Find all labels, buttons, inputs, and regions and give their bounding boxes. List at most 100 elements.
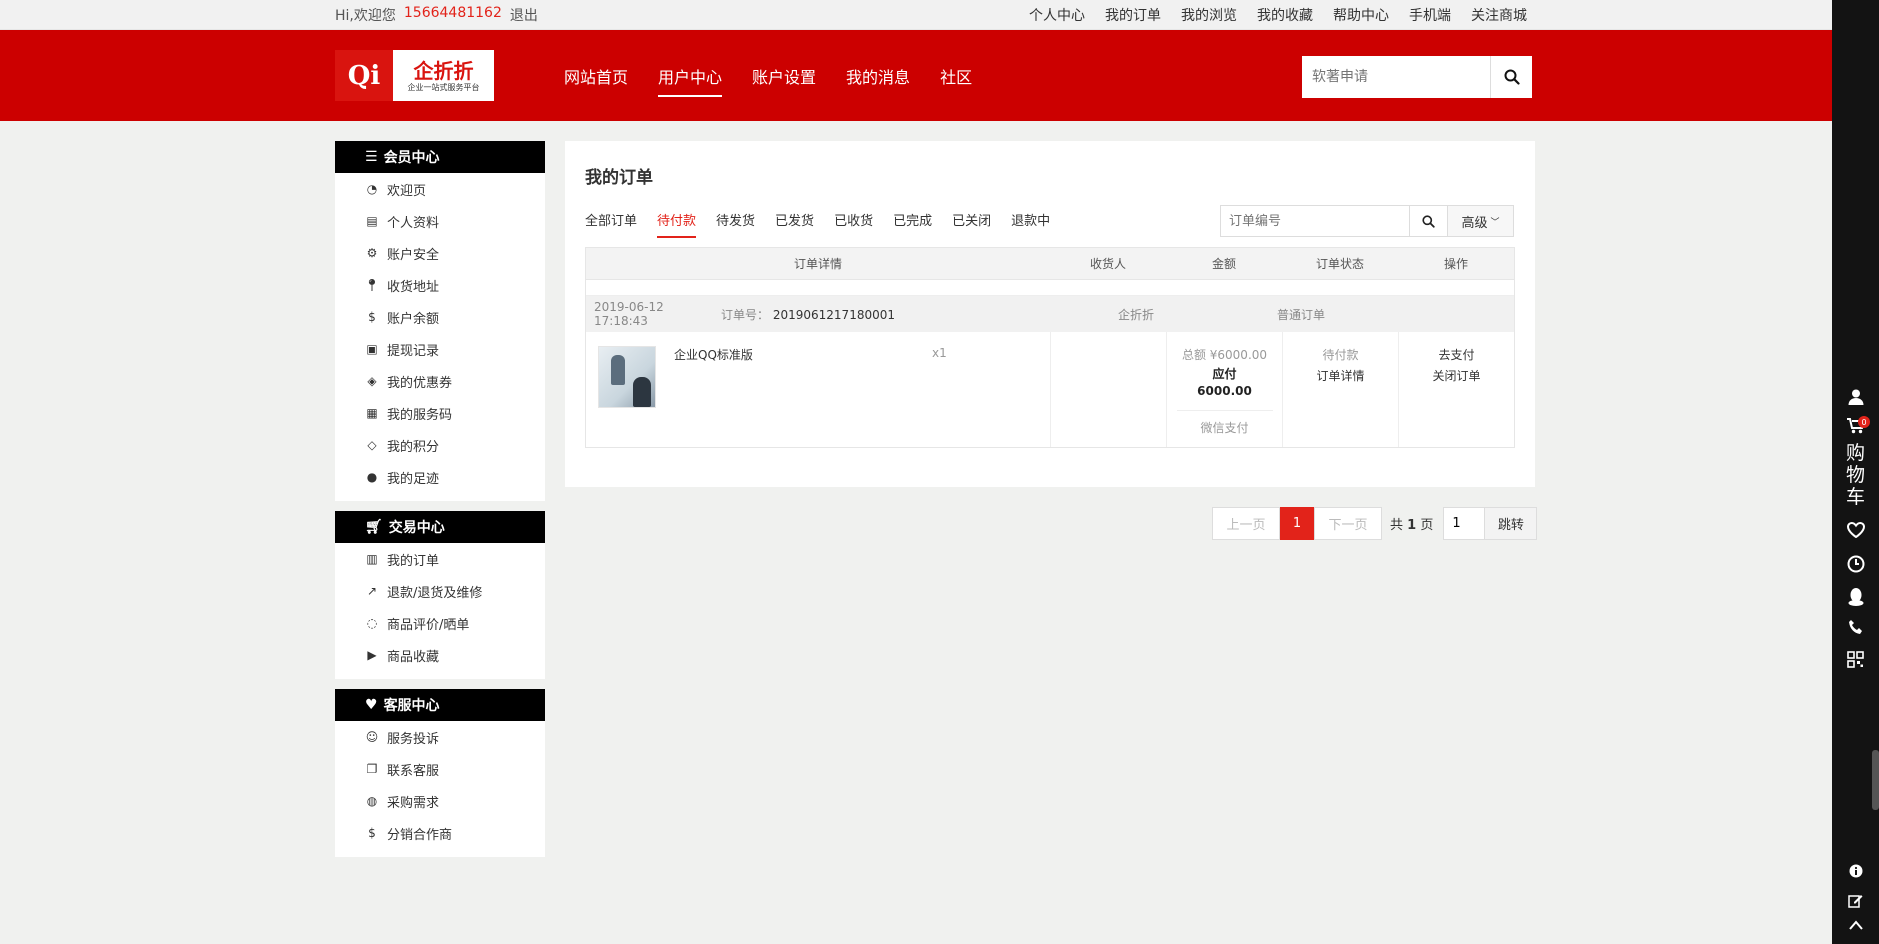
top-link-help-center[interactable]: 帮助中心 <box>1333 5 1389 25</box>
sidebar-item-profile[interactable]: ▤ 个人资料 <box>335 205 545 237</box>
sidebar-item-purchase-needs[interactable]: ◍ 采购需求 <box>335 785 545 817</box>
heart-icon: ♥ <box>365 697 378 713</box>
sidebar-item-balance[interactable]: $ 账户余额 <box>335 301 545 333</box>
logout-link[interactable]: 退出 <box>510 5 538 25</box>
site-search-input[interactable] <box>1302 56 1490 98</box>
greeting: Hi,欢迎您 15664481162 退出 <box>335 5 538 25</box>
top-link-my-favorites[interactable]: 我的收藏 <box>1257 5 1313 25</box>
nav-home[interactable]: 网站首页 <box>564 30 628 121</box>
order-search-button[interactable] <box>1410 205 1448 237</box>
tab-refunding[interactable]: 退款中 <box>1011 212 1050 240</box>
top-link-my-orders[interactable]: 我的订单 <box>1105 5 1161 25</box>
sidebar-item-label: 服务投诉 <box>387 731 440 747</box>
phone-icon[interactable] <box>1832 619 1879 635</box>
heart-icon[interactable] <box>1832 522 1879 538</box>
tab-shipped[interactable]: 已发货 <box>775 212 814 240</box>
tab-completed[interactable]: 已完成 <box>893 212 932 240</box>
order-tabs: 全部订单 待付款 待发货 已发货 已收货 已完成 已关闭 退款中 <box>585 212 1050 240</box>
page-1-button[interactable]: 1 <box>1280 507 1314 540</box>
info-icon[interactable] <box>1832 864 1879 878</box>
order-search-input[interactable] <box>1220 205 1410 237</box>
sidebar-item-distributors[interactable]: $ 分销合作商 <box>335 817 545 849</box>
nav-account-settings[interactable]: 账户设置 <box>752 30 816 121</box>
comments-icon: ◍ <box>366 794 378 808</box>
close-order-link[interactable]: 关闭订单 <box>1399 367 1514 384</box>
bag-icon: ▥ <box>366 552 378 566</box>
nav-community[interactable]: 社区 <box>940 30 972 121</box>
sidebar-item-coupons[interactable]: ◈ 我的优惠券 <box>335 365 545 397</box>
top-link-mobile[interactable]: 手机端 <box>1409 5 1451 25</box>
sidebar-item-refunds[interactable]: ↗ 退款/退货及维修 <box>335 575 545 607</box>
cart-icon[interactable] <box>1832 418 1879 434</box>
tab-pending-payment[interactable]: 待付款 <box>657 212 697 240</box>
product-thumbnail[interactable] <box>598 346 656 408</box>
sidebar-item-welcome[interactable]: ◔ 欢迎页 <box>335 173 545 205</box>
sidebar-item-footprints[interactable]: ● 我的足迹 <box>335 461 545 493</box>
advanced-search-button[interactable]: 高级 ﹀ <box>1448 205 1514 237</box>
tag-icon: ◈ <box>367 374 377 388</box>
sidebar-item-points[interactable]: ◇ 我的积分 <box>335 429 545 461</box>
product-name[interactable]: 企业QQ标准版 <box>674 346 753 363</box>
sidebar-item-security[interactable]: ⚙ 账户安全 <box>335 237 545 269</box>
sidebar-item-service-codes[interactable]: ▦ 我的服务码 <box>335 397 545 429</box>
sidebar-item-reviews[interactable]: ◌ 商品评价/晒单 <box>335 607 545 639</box>
next-page-button[interactable]: 下一页 <box>1314 507 1382 540</box>
order-detail-link[interactable]: 订单详情 <box>1283 367 1398 384</box>
top-link-personal-center[interactable]: 个人中心 <box>1029 5 1085 25</box>
right-toolbar: 0 购物车 <box>1832 0 1879 944</box>
user-icon[interactable] <box>1832 388 1879 406</box>
greeting-text: Hi,欢迎您 <box>335 8 396 24</box>
top-link-my-browsing[interactable]: 我的浏览 <box>1181 5 1237 25</box>
sidebar-item-label: 分销合作商 <box>387 827 453 843</box>
tab-received[interactable]: 已收货 <box>834 212 873 240</box>
orders-panel: 我的订单 全部订单 待付款 待发货 已发货 已收货 已完成 已关闭 退款中 高级… <box>565 141 1535 487</box>
sidebar-item-my-orders[interactable]: ▥ 我的订单 <box>335 543 545 575</box>
site-search-button[interactable] <box>1490 56 1532 98</box>
scrollbar-handle[interactable] <box>1872 750 1879 810</box>
pay-now-link[interactable]: 去支付 <box>1399 346 1514 363</box>
user-phone[interactable]: 15664481162 <box>404 5 502 25</box>
sidebar-item-label: 我的服务码 <box>387 407 453 423</box>
order-row-header: 2019-06-12 17:18:43 订单号： 201906121718000… <box>586 296 1514 332</box>
cart-count-badge: 0 <box>1858 416 1870 428</box>
sidebar: ☰ 会员中心 ◔ 欢迎页 ▤ 个人资料 ⚙ 账户安全 📍︎ 收货地址 $ 账户余额 ▣ 提现… <box>335 141 545 867</box>
order-number-value: 2019061217180001 <box>772 307 895 322</box>
site-logo[interactable]: Qi 企折折 企业一站式服务平台 <box>335 50 494 101</box>
user-circle-icon: ☺ <box>365 730 379 744</box>
sidebar-item-complaints[interactable]: ☺ 服务投诉 <box>335 721 545 753</box>
cart-label[interactable]: 购物车 <box>1832 442 1879 508</box>
nav-my-messages[interactable]: 我的消息 <box>846 30 910 121</box>
sidebar-item-withdrawals[interactable]: ▣ 提现记录 <box>335 333 545 365</box>
prev-page-button[interactable]: 上一页 <box>1212 507 1280 540</box>
pagination: 上一页 1 下一页 共 1 页 跳转 <box>1212 507 1538 540</box>
total-pages-prefix: 共 <box>1390 518 1404 533</box>
table-spacer <box>586 280 1514 296</box>
qq-icon[interactable] <box>1832 587 1879 607</box>
sidebar-item-favorites[interactable]: ▶ 商品收藏 <box>335 639 545 671</box>
tab-pending-shipment[interactable]: 待发货 <box>716 212 755 240</box>
jump-button[interactable]: 跳转 <box>1485 507 1538 540</box>
play-circle-icon: ▶ <box>367 648 377 662</box>
clock-icon[interactable] <box>1832 555 1879 573</box>
dollar-icon: $ <box>368 310 376 324</box>
calendar-icon: ▦ <box>366 406 378 420</box>
qrcode-icon[interactable] <box>1832 651 1879 668</box>
sidebar-group-trade: 🛒︎ 交易中心 ▥ 我的订单 ↗ 退款/退货及维修 ◌ 商品评价/晒单 ▶ 商品收藏 <box>335 511 545 679</box>
map-pin-icon: 📍︎ <box>364 278 380 292</box>
sidebar-item-contact-service[interactable]: ❐ 联系客服 <box>335 753 545 785</box>
check-circle-icon: ● <box>366 470 378 484</box>
total-pages: 共 1 页 <box>1390 514 1433 533</box>
clone-icon: ❐ <box>366 762 378 776</box>
sidebar-item-address[interactable]: 📍︎ 收货地址 <box>335 269 545 301</box>
arrow-up-icon[interactable] <box>1832 920 1879 930</box>
order-shop[interactable]: 企折折 <box>1051 306 1221 323</box>
tab-closed[interactable]: 已关闭 <box>952 212 991 240</box>
edit-icon[interactable] <box>1832 893 1879 908</box>
jump-page-input[interactable] <box>1443 507 1486 540</box>
tab-all-orders[interactable]: 全部订单 <box>585 212 637 240</box>
nav-user-center[interactable]: 用户中心 <box>658 30 723 121</box>
top-link-follow-store[interactable]: 关注商城 <box>1471 5 1527 25</box>
total-pages-suffix: 页 <box>1420 518 1434 533</box>
comment-icon: ◌ <box>366 616 378 630</box>
column-header-status: 订单状态 <box>1315 257 1364 271</box>
